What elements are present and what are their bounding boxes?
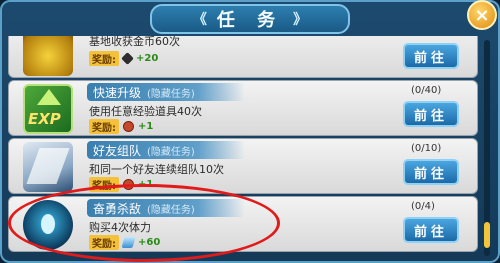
- task-name: 好友组队: [93, 143, 142, 158]
- task-reward: 奖励: +1: [89, 176, 154, 192]
- task-name: 快速升级: [93, 85, 142, 100]
- task-row: EXP 快速升级 (隐藏任务) 使用任意经验道具40次 奖励: +1 (0/40…: [8, 80, 478, 136]
- task-title-bar: 快速升级 (隐藏任务): [87, 83, 245, 101]
- hidden-task-tag: (隐藏任务): [147, 204, 195, 216]
- reward-amount: +1: [138, 120, 154, 132]
- coin-icon: [121, 51, 134, 65]
- warrior-icon: [23, 200, 73, 250]
- window-title: 任 务: [216, 10, 284, 31]
- task-description: 使用任意经验道具40次: [89, 105, 202, 118]
- team-icon: [23, 142, 73, 192]
- title-deco-left: 《: [192, 12, 207, 28]
- go-button[interactable]: 前往: [403, 43, 459, 69]
- warrior-core-shape: [41, 214, 55, 234]
- task-list[interactable]: 基地收获金币60次 奖励: +20 前往 EXP 快速升级 (隐藏任务) 使用任…: [8, 36, 486, 260]
- task-title-bar: 奋勇杀敌 (隐藏任务): [87, 199, 245, 217]
- gold-coins-icon: [23, 36, 73, 76]
- reward-label: 奖励:: [89, 118, 119, 134]
- task-progress: (0/4): [411, 201, 435, 212]
- reward-label: 奖励:: [89, 234, 119, 250]
- task-title-bar: 好友组队 (隐藏任务): [87, 141, 245, 159]
- reward-label: 奖励:: [89, 176, 119, 192]
- reward-amount: +1: [138, 178, 154, 190]
- task-reward: 奖励: +60: [89, 234, 161, 250]
- reward-amount: +60: [138, 236, 161, 248]
- task-description: 基地收获金币60次: [89, 36, 180, 48]
- ticket-icon: [123, 120, 134, 132]
- go-button[interactable]: 前往: [403, 101, 459, 127]
- task-description: 和同一个好友连续组队10次: [89, 163, 224, 176]
- go-button[interactable]: 前往: [403, 217, 459, 243]
- task-progress: (0/40): [411, 85, 442, 96]
- task-progress: (0/10): [411, 143, 442, 154]
- window-title-bar: 《 任 务 》: [150, 4, 350, 34]
- crystal-icon: [121, 236, 136, 248]
- exp-icon-label: EXP: [28, 110, 61, 128]
- scrollbar-thumb[interactable]: [484, 222, 490, 248]
- title-deco-right: 》: [293, 12, 308, 28]
- close-icon: ×: [474, 4, 490, 26]
- shard-shape: [26, 148, 70, 184]
- task-reward: 奖励: +20: [89, 50, 159, 66]
- exp-arrow-icon: [37, 89, 61, 105]
- task-row: 好友组队 (隐藏任务) 和同一个好友连续组队10次 奖励: +1 (0/10) …: [8, 138, 478, 194]
- close-button[interactable]: ×: [467, 0, 497, 30]
- reward-label: 奖励:: [89, 50, 119, 66]
- reward-amount: +20: [136, 52, 159, 64]
- task-row: 奋勇杀敌 (隐藏任务) 购买4次体力 奖励: +60 (0/4) 前往: [8, 196, 478, 252]
- ticket-icon: [123, 178, 134, 190]
- task-name: 奋勇杀敌: [93, 201, 142, 216]
- exp-icon: EXP: [23, 84, 73, 134]
- hidden-task-tag: (隐藏任务): [147, 88, 195, 100]
- task-description: 购买4次体力: [89, 221, 151, 234]
- hidden-task-tag: (隐藏任务): [147, 146, 195, 158]
- task-reward: 奖励: +1: [89, 118, 154, 134]
- task-row: 基地收获金币60次 奖励: +20 前往: [8, 36, 478, 78]
- go-button[interactable]: 前往: [403, 159, 459, 185]
